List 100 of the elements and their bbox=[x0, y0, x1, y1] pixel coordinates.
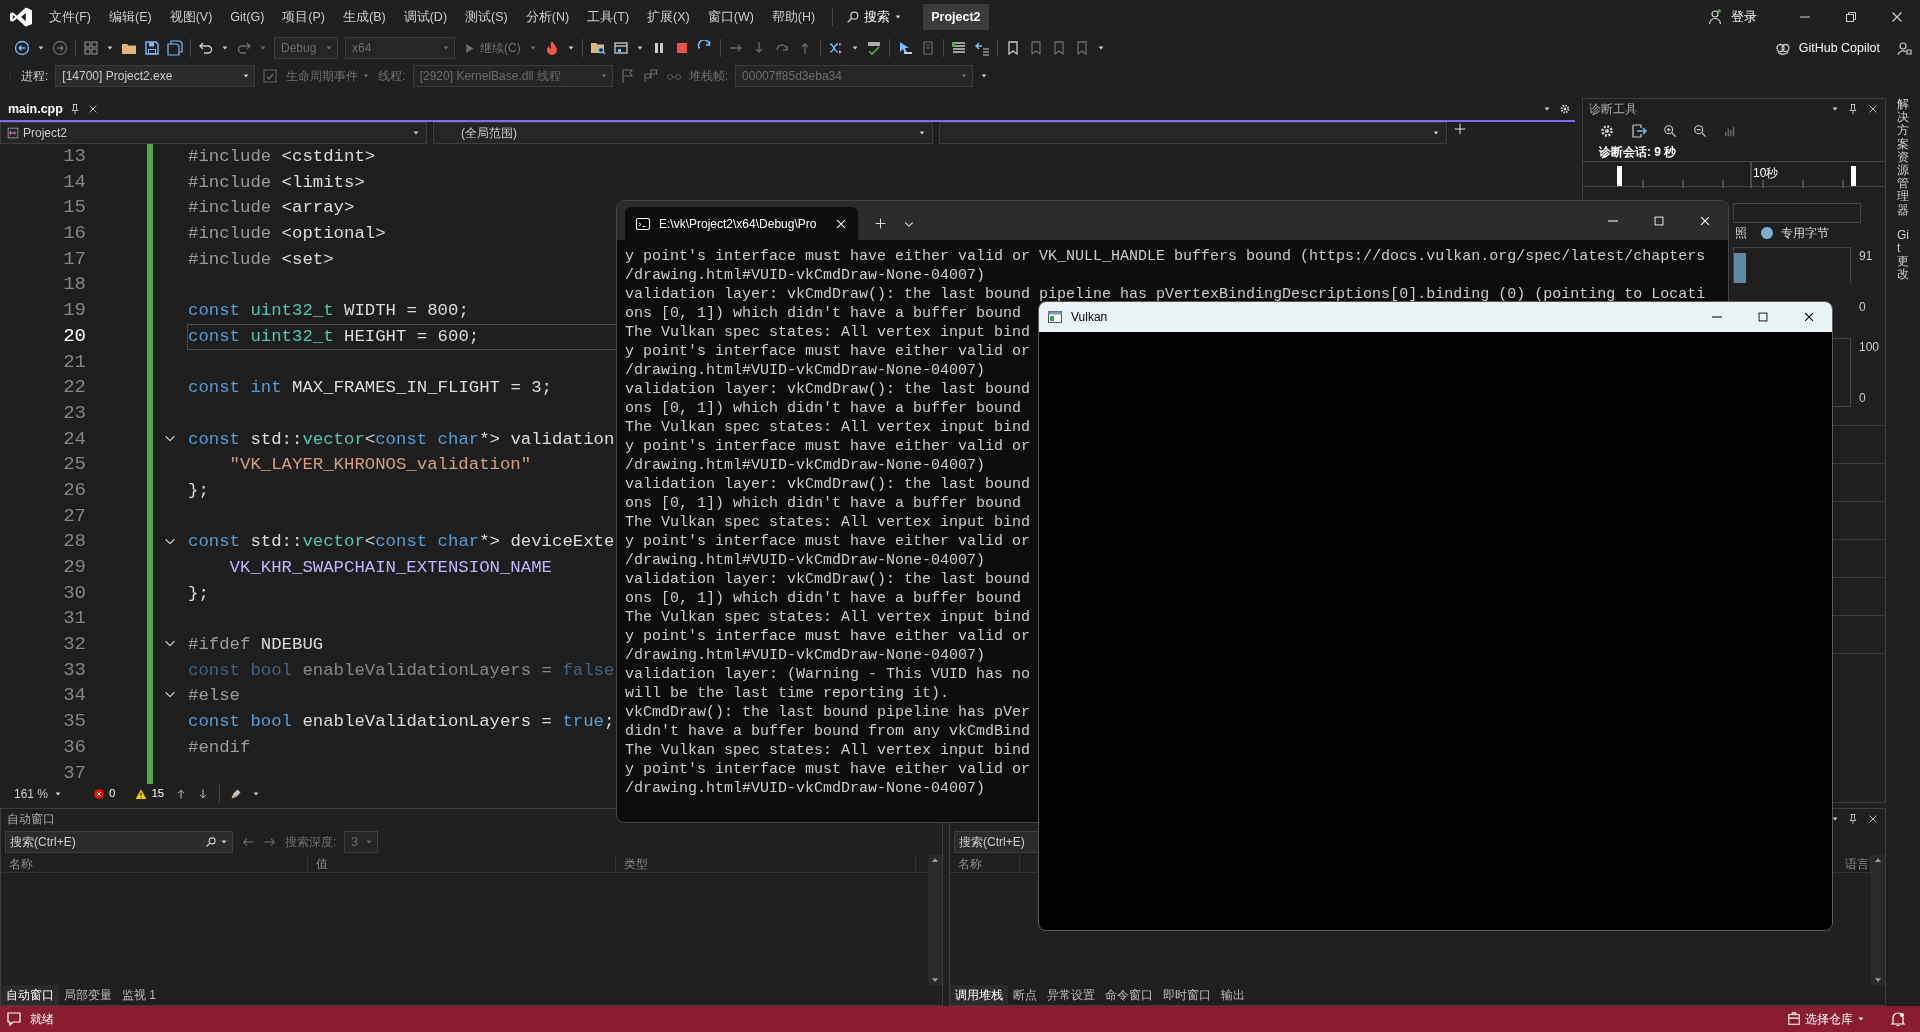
window-icon[interactable] bbox=[612, 40, 629, 56]
warnings-button[interactable]: 15 bbox=[134, 783, 166, 804]
caret-icon[interactable] bbox=[412, 129, 420, 137]
menu-item[interactable]: 项目(P) bbox=[273, 4, 334, 30]
notifications-icon[interactable] bbox=[1890, 1011, 1906, 1027]
pin-icon[interactable] bbox=[68, 103, 81, 115]
column-header[interactable]: 类型 bbox=[616, 855, 916, 872]
panel-tab[interactable]: 即时窗口 bbox=[1158, 985, 1216, 1005]
terminal-tab[interactable]: E:\vk\Project2\x64\Debug\Pro bbox=[625, 207, 859, 240]
save-icon[interactable] bbox=[144, 40, 160, 56]
pin-icon[interactable] bbox=[1847, 813, 1859, 825]
menu-item[interactable]: 帮助(H) bbox=[762, 4, 825, 30]
column-header[interactable]: 名称 bbox=[950, 855, 1020, 872]
caret-icon[interactable] bbox=[980, 72, 989, 80]
lifecycle-icon[interactable] bbox=[262, 68, 279, 84]
caret-icon[interactable] bbox=[37, 44, 45, 52]
caret-icon[interactable] bbox=[242, 72, 251, 80]
panel-tab[interactable]: 断点 bbox=[1008, 985, 1042, 1005]
side-tab[interactable]: 解决方案资源管理器 bbox=[1897, 98, 1909, 217]
close-icon[interactable] bbox=[1867, 103, 1879, 115]
errors-button[interactable]: 0 bbox=[92, 783, 117, 804]
panel-tab[interactable]: 异常设置 bbox=[1042, 985, 1100, 1005]
scope-dropdown[interactable]: (全局范围) bbox=[433, 122, 933, 144]
caret-icon[interactable] bbox=[1831, 815, 1839, 823]
caret-icon[interactable] bbox=[106, 44, 114, 52]
forward-arrow-icon[interactable] bbox=[263, 835, 277, 849]
code-line: #include <limits> bbox=[187, 171, 366, 194]
menu-item[interactable]: Git(G) bbox=[221, 4, 274, 30]
menu-item[interactable]: 分析(N) bbox=[516, 4, 579, 30]
zoom-out-icon[interactable] bbox=[1693, 124, 1707, 138]
side-tab[interactable]: Git 更改 bbox=[1897, 228, 1909, 282]
export-icon[interactable] bbox=[1631, 123, 1647, 139]
panel-tab[interactable]: 命令窗口 bbox=[1100, 985, 1158, 1005]
panel-tab[interactable]: 监视 1 bbox=[117, 985, 161, 1005]
menu-item[interactable]: 文件(F) bbox=[40, 4, 100, 30]
console-line: /drawing.html#VUID-vkCmdDraw-None-04007) bbox=[625, 361, 986, 380]
caret-icon[interactable] bbox=[221, 44, 229, 52]
undo-list-icon[interactable] bbox=[973, 40, 990, 56]
settings-icon[interactable] bbox=[1599, 123, 1615, 139]
menu-item[interactable]: 调试(D) bbox=[394, 4, 457, 30]
threads-icon[interactable] bbox=[827, 40, 844, 56]
menu-item[interactable]: 编辑(E) bbox=[99, 4, 161, 30]
forward-icon[interactable] bbox=[52, 40, 68, 56]
panel-tab[interactable]: 输出 bbox=[1216, 985, 1250, 1005]
panel-tab[interactable]: 调用堆栈 bbox=[950, 985, 1008, 1005]
close-icon[interactable] bbox=[1867, 813, 1879, 825]
feedback-icon[interactable] bbox=[1896, 40, 1912, 56]
caret-icon[interactable] bbox=[850, 44, 859, 52]
line-number: 26 bbox=[62, 477, 86, 503]
caret-icon[interactable] bbox=[635, 44, 644, 52]
menu-item[interactable]: 工具(T) bbox=[578, 4, 639, 30]
bar-chart-icon[interactable] bbox=[1723, 124, 1737, 138]
new-tab-icon[interactable] bbox=[874, 217, 888, 230]
menu-item[interactable]: 扩展(X) bbox=[638, 4, 699, 30]
caret-icon[interactable] bbox=[1543, 105, 1551, 113]
scrollbar[interactable] bbox=[928, 855, 942, 985]
console-line: vkCmdDraw(): the last bound pipeline has pVer bbox=[625, 703, 1031, 722]
flag-icon[interactable] bbox=[619, 68, 636, 84]
caret-icon[interactable] bbox=[1857, 1015, 1865, 1023]
column-header[interactable]: 值 bbox=[308, 855, 616, 872]
legend-label: 照 bbox=[1735, 225, 1747, 242]
scrollbar[interactable] bbox=[1871, 855, 1885, 985]
pin-icon[interactable] bbox=[1847, 103, 1859, 115]
logo-icon[interactable] bbox=[10, 6, 32, 28]
brush-icon[interactable] bbox=[230, 787, 243, 800]
undo-icon[interactable] bbox=[198, 40, 214, 56]
redo-icon[interactable] bbox=[236, 40, 252, 56]
back-arrow-icon[interactable] bbox=[241, 835, 255, 849]
menu-item[interactable]: 测试(S) bbox=[456, 4, 517, 30]
panel-tab[interactable]: 自动窗口 bbox=[1, 985, 59, 1005]
repository-button[interactable]: 选择仓库 bbox=[1786, 1009, 1866, 1029]
caret-icon[interactable] bbox=[1432, 129, 1440, 137]
process-dropdown[interactable]: [14700] Project2.exe bbox=[55, 65, 256, 87]
save-all-icon[interactable] bbox=[167, 40, 183, 56]
copilot-button[interactable]: GitHub Copilot bbox=[1773, 37, 1881, 59]
column-header[interactable]: 名称 bbox=[1, 855, 308, 872]
folder-search-icon[interactable] bbox=[589, 40, 606, 56]
split-icon[interactable] bbox=[1453, 122, 1467, 136]
caret-icon[interactable] bbox=[894, 13, 903, 21]
menu-item[interactable]: 生成(B) bbox=[334, 4, 395, 30]
flags-icon[interactable] bbox=[642, 68, 659, 84]
zoom-in-icon[interactable] bbox=[1663, 124, 1677, 138]
grid-icon[interactable] bbox=[83, 40, 99, 56]
caret-icon[interactable] bbox=[566, 44, 575, 52]
list-icon[interactable] bbox=[950, 40, 967, 56]
status-text: 就绪 bbox=[30, 1011, 54, 1028]
menu-item[interactable]: 视图(V) bbox=[160, 4, 222, 30]
caret-icon[interactable] bbox=[1831, 105, 1839, 113]
menu-item[interactable]: 窗口(W) bbox=[698, 4, 763, 30]
search-button[interactable]: 搜索 bbox=[841, 6, 908, 28]
spell-check-icon[interactable] bbox=[865, 40, 882, 56]
panel-tab[interactable]: 局部变量 bbox=[59, 985, 117, 1005]
console-line: didn't have a buffer bound from any vkCmdBind bbox=[625, 722, 1031, 741]
sign-in-button[interactable]: 登录 bbox=[1706, 6, 1758, 28]
caret-icon[interactable] bbox=[918, 129, 926, 137]
project-dropdown[interactable]: Project2 bbox=[0, 122, 427, 144]
search-field[interactable]: 搜索(Ctrl+E) bbox=[954, 831, 1038, 853]
caret-icon[interactable] bbox=[1096, 44, 1105, 52]
settings-icon[interactable] bbox=[1559, 103, 1571, 115]
back-icon[interactable] bbox=[14, 40, 30, 56]
